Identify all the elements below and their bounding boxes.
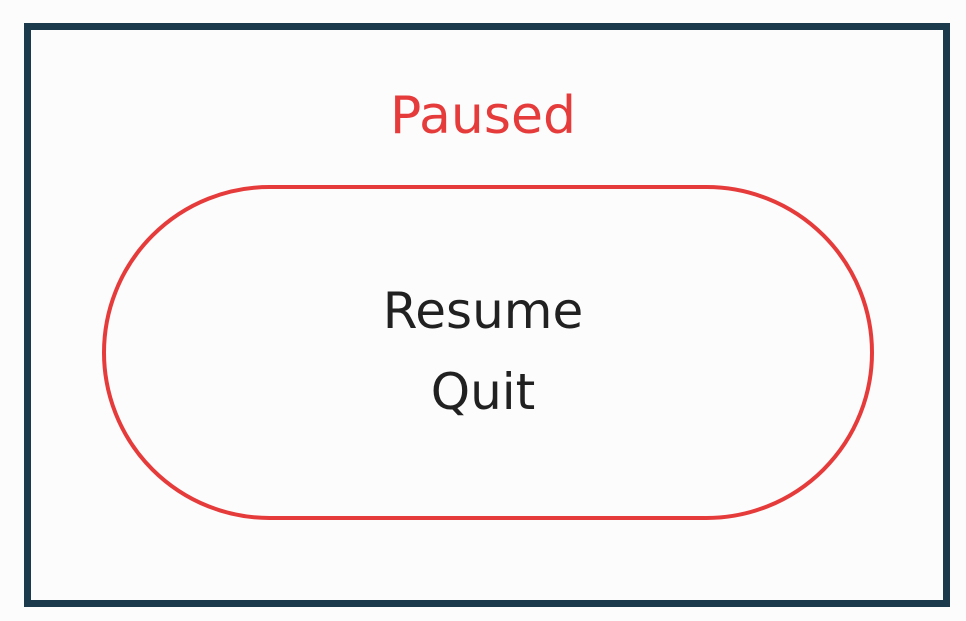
pause-title: Paused	[390, 86, 576, 146]
resume-button[interactable]: Resume	[373, 271, 593, 352]
quit-button[interactable]: Quit	[421, 352, 546, 433]
pause-menu: Resume Quit	[0, 271, 966, 433]
